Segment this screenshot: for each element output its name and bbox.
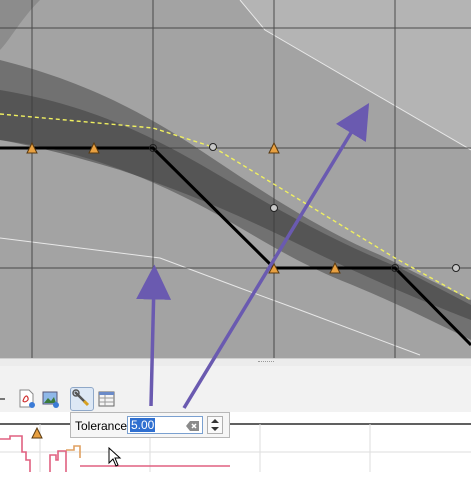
mouse-pointer-icon xyxy=(108,446,122,472)
vertex-circle-icon[interactable] xyxy=(452,264,460,272)
profile-toolbar xyxy=(0,366,471,416)
splitter-grip[interactable] xyxy=(258,361,274,364)
tolerance-input[interactable]: 5.00 xyxy=(127,416,203,434)
tolerance-widget: Tolerance 5.00 xyxy=(70,412,230,438)
profile-plot-line xyxy=(0,435,31,472)
tolerance-toggle-button[interactable] xyxy=(70,387,94,411)
pdf-export-button[interactable] xyxy=(16,388,38,410)
image-export-icon xyxy=(40,388,62,410)
tolerance-spin-buttons[interactable] xyxy=(207,416,223,434)
image-export-button[interactable] xyxy=(40,388,62,410)
vertex-circle-icon[interactable] xyxy=(209,143,217,151)
clear-input-icon[interactable] xyxy=(186,419,200,431)
map-canvas[interactable] xyxy=(0,0,471,358)
pdf-export-icon xyxy=(16,388,38,410)
settings-table-button[interactable] xyxy=(96,388,118,410)
settings-table-icon xyxy=(96,388,118,410)
tolerance-label: Tolerance xyxy=(75,419,128,433)
tolerance-wrench-icon xyxy=(71,388,93,408)
spin-up-icon[interactable] xyxy=(211,419,219,423)
spin-down-icon[interactable] xyxy=(211,427,219,431)
vertex-circle-icon[interactable] xyxy=(270,204,278,212)
profile-plot-line xyxy=(49,450,67,472)
tolerance-value[interactable]: 5.00 xyxy=(130,418,156,432)
